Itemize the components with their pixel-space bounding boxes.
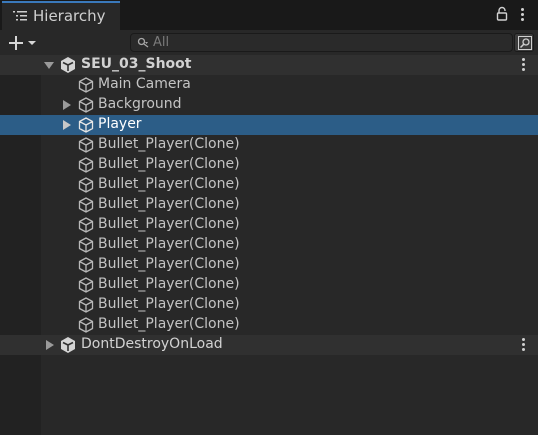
gameobject-row[interactable]: Bullet_Player(Clone): [0, 315, 538, 335]
plus-icon: [9, 36, 23, 50]
add-object-button[interactable]: [6, 33, 42, 53]
gameobject-label: Bullet_Player(Clone): [98, 216, 240, 232]
gameobject-label: Player: [98, 116, 142, 132]
gameobject-cube-icon: [78, 197, 94, 213]
gameobject-cube-icon: [78, 77, 94, 93]
gameobject-cube-icon: [78, 277, 94, 293]
gameobject-row[interactable]: Bullet_Player(Clone): [0, 255, 538, 275]
gameobject-cube-icon: [78, 157, 94, 173]
scene-row[interactable]: SEU_03_Shoot: [0, 55, 538, 75]
caret-down-icon: [28, 41, 36, 45]
scene-menu-icon[interactable]: [522, 338, 526, 352]
hierarchy-toolbar: [0, 30, 538, 58]
collapsed-arrow-icon[interactable]: [45, 340, 55, 350]
gameobject-cube-icon: [78, 177, 94, 193]
gameobject-label: Bullet_Player(Clone): [98, 156, 240, 172]
gameobject-row[interactable]: Background: [0, 95, 538, 115]
gameobject-label: Bullet_Player(Clone): [98, 136, 240, 152]
tab-hierarchy[interactable]: Hierarchy: [2, 1, 120, 30]
collapsed-arrow-icon[interactable]: [62, 100, 72, 110]
dont-destroy-scene-row[interactable]: DontDestroyOnLoad: [0, 335, 538, 355]
gameobject-row[interactable]: Bullet_Player(Clone): [0, 295, 538, 315]
gameobject-cube-icon: [78, 117, 94, 133]
search-field[interactable]: [130, 33, 513, 52]
gameobject-row[interactable]: Bullet_Player(Clone): [0, 235, 538, 255]
gameobject-cube-icon: [78, 97, 94, 113]
gameobject-cube-icon: [78, 257, 94, 273]
gameobject-label: Background: [98, 96, 182, 112]
gameobject-row-selected[interactable]: Player: [0, 115, 538, 135]
collapsed-arrow-icon[interactable]: [62, 120, 72, 130]
search-input[interactable]: [153, 34, 503, 51]
gameobject-label: Bullet_Player(Clone): [98, 236, 240, 252]
tab-bar: Hierarchy: [0, 0, 538, 30]
gameobject-row[interactable]: Bullet_Player(Clone): [0, 155, 538, 175]
gameobject-row[interactable]: Bullet_Player(Clone): [0, 195, 538, 215]
gameobject-row[interactable]: Bullet_Player(Clone): [0, 275, 538, 295]
unity-scene-icon: [61, 337, 75, 353]
gameobject-cube-icon: [78, 217, 94, 233]
gameobject-label: Bullet_Player(Clone): [98, 196, 240, 212]
gameobject-cube-icon: [78, 137, 94, 153]
gameobject-row[interactable]: Main Camera: [0, 75, 538, 95]
tab-title: Hierarchy: [33, 7, 106, 25]
gameobject-label: Bullet_Player(Clone): [98, 296, 240, 312]
unity-scene-icon: [61, 57, 75, 73]
scene-label: SEU_03_Shoot: [81, 56, 192, 72]
gameobject-label: Bullet_Player(Clone): [98, 176, 240, 192]
kebab-menu-icon[interactable]: [521, 8, 525, 22]
gameobject-row[interactable]: Bullet_Player(Clone): [0, 215, 538, 235]
gameobject-row[interactable]: Bullet_Player(Clone): [0, 135, 538, 155]
scene-menu-icon[interactable]: [522, 58, 526, 72]
gameobject-label: Bullet_Player(Clone): [98, 316, 240, 332]
hierarchy-tree: SEU_03_Shoot Main Camera Background Play…: [0, 55, 538, 435]
scene-label: DontDestroyOnLoad: [81, 336, 223, 352]
gameobject-label: Main Camera: [98, 76, 191, 92]
gameobject-row[interactable]: Bullet_Player(Clone): [0, 175, 538, 195]
lock-icon[interactable]: [495, 6, 509, 22]
gameobject-cube-icon: [78, 297, 94, 313]
search-filter-button[interactable]: [514, 33, 534, 52]
search-filter-icon: [518, 36, 532, 50]
gameobject-cube-icon: [78, 317, 94, 333]
gameobject-label: Bullet_Player(Clone): [98, 256, 240, 272]
gameobject-cube-icon: [78, 237, 94, 253]
gameobject-label: Bullet_Player(Clone): [98, 276, 240, 292]
expanded-arrow-icon[interactable]: [44, 60, 54, 70]
hierarchy-list-icon: [13, 11, 27, 21]
search-icon: [137, 37, 149, 48]
